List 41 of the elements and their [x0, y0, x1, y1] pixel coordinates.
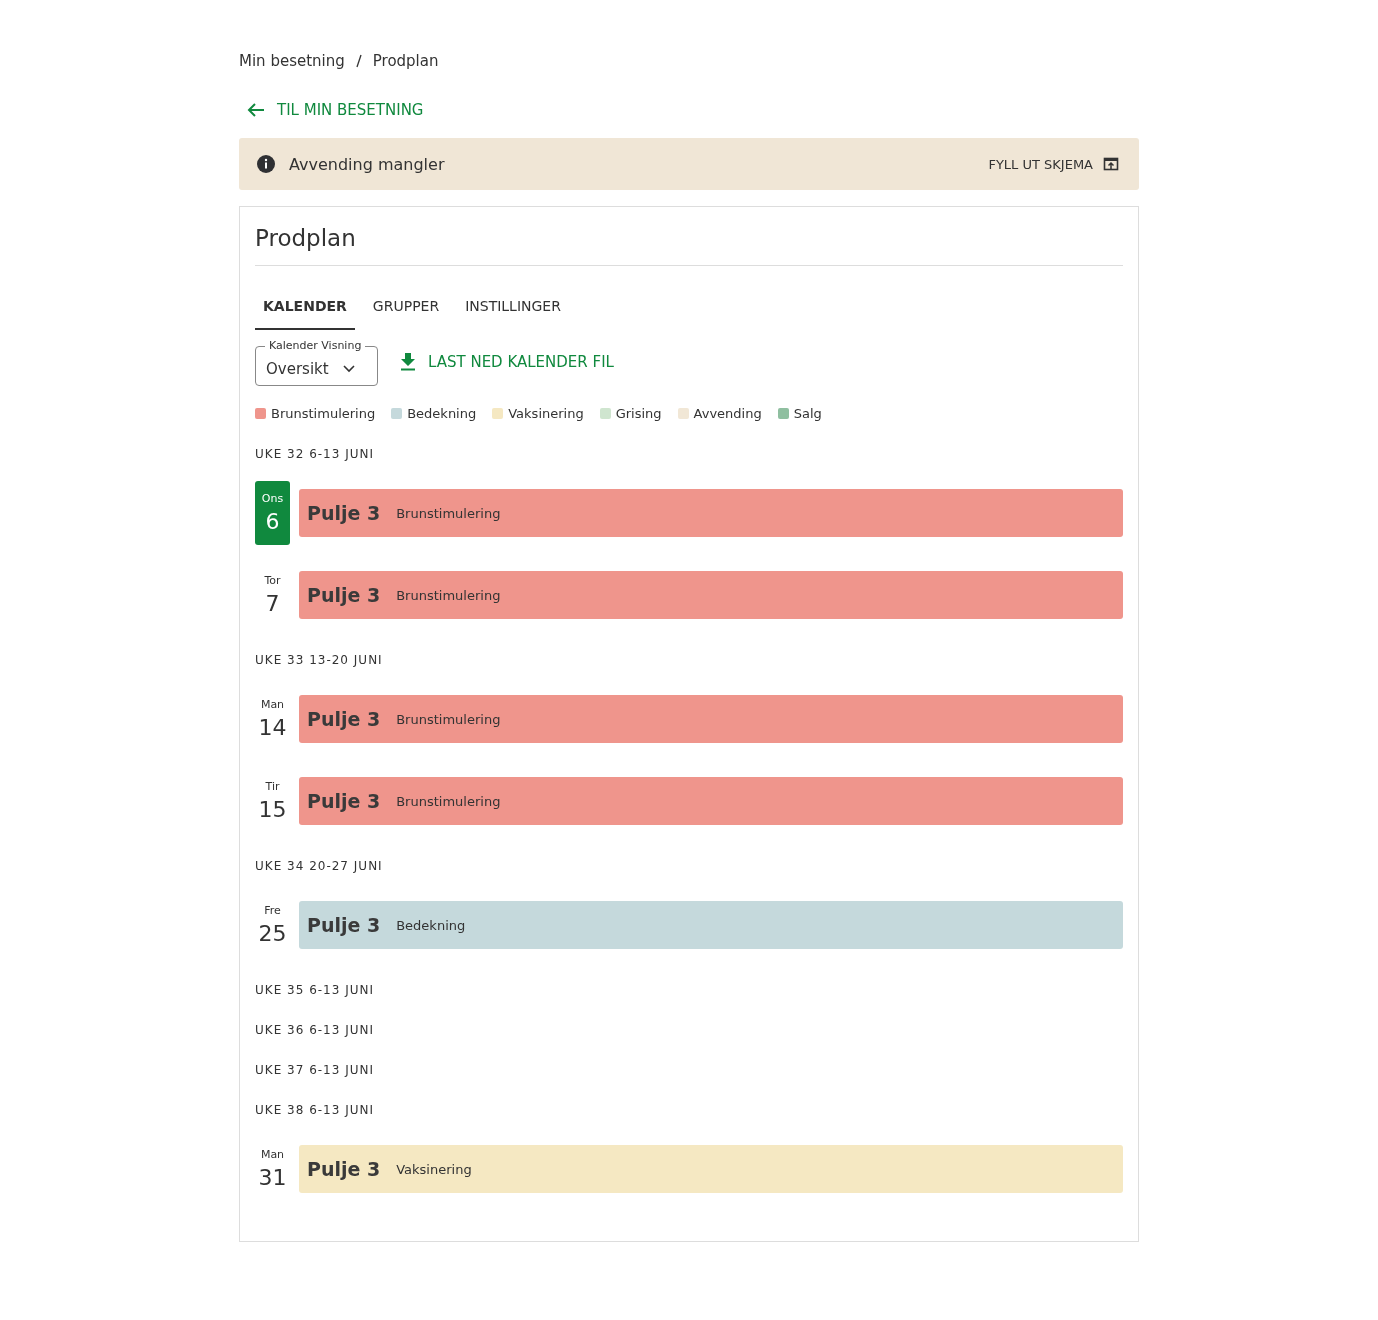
week-heading: UKE 36 6-13 JUNI [255, 1023, 376, 1037]
date-label[interactable]: Tor 7 [255, 563, 290, 627]
week-heading: UKE 34 20-27 JUNI [255, 859, 384, 873]
event-bar[interactable]: Pulje 3 Brunstimulering [299, 571, 1123, 619]
tab[interactable]: GRUPPER [364, 286, 448, 330]
legend-label: Bedekning [407, 406, 477, 421]
date-label[interactable]: Ons 6 [255, 481, 290, 545]
date-label[interactable]: Fre 25 [255, 893, 290, 957]
download-icon [400, 353, 416, 371]
date-label[interactable]: Man 14 [255, 687, 290, 751]
event-bar[interactable]: Pulje 3 Brunstimulering [299, 777, 1123, 825]
week-heading: UKE 35 6-13 JUNI [255, 983, 376, 997]
event-bar[interactable]: Pulje 3 Brunstimulering [299, 489, 1123, 537]
event-bar[interactable]: Pulje 3 Brunstimulering [299, 695, 1123, 743]
week-heading: UKE 32 6-13 JUNI [255, 447, 376, 461]
event-bar[interactable]: Pulje 3 Vaksinering [299, 1145, 1123, 1193]
legend-label: Grising [615, 406, 662, 421]
alert-message: Avvending mangler [289, 154, 446, 174]
event-bar[interactable]: Pulje 3 Bedekning [299, 901, 1123, 949]
download-link[interactable]: LAST NED KALENDER FIL [400, 353, 614, 371]
breadcrumb-separator-icon [354, 54, 363, 68]
legend-label: Vaksinering [508, 406, 584, 421]
legend-label: Brunstimulering [271, 406, 376, 421]
date-label[interactable]: Man 31 [255, 1137, 290, 1201]
open-form-icon [1103, 156, 1119, 172]
breadcrumb-link[interactable]: Min besetning [239, 52, 345, 70]
legend-label: Avvending [693, 406, 762, 421]
week-heading: UKE 33 13-20 JUNI [255, 653, 384, 667]
legend-label: Salg [793, 406, 822, 421]
chevron-down-icon [342, 365, 355, 373]
tab[interactable]: KALENDER [255, 286, 355, 330]
breadcrumb-link[interactable]: Prodplan [372, 52, 439, 70]
tab[interactable]: INSTILLINGER [457, 286, 569, 330]
card-title: Prodplan [255, 223, 1123, 266]
info-icon [256, 154, 276, 174]
arrow-left-icon [247, 102, 265, 118]
week-heading: UKE 37 6-13 JUNI [255, 1063, 376, 1077]
fill-form-link[interactable]: FYLL UT SKJEMA [988, 156, 1119, 172]
week-heading: UKE 38 6-13 JUNI [255, 1103, 376, 1117]
date-label[interactable]: Tir 15 [255, 769, 290, 833]
back-link[interactable]: TIL MIN BESETNING [247, 98, 424, 122]
